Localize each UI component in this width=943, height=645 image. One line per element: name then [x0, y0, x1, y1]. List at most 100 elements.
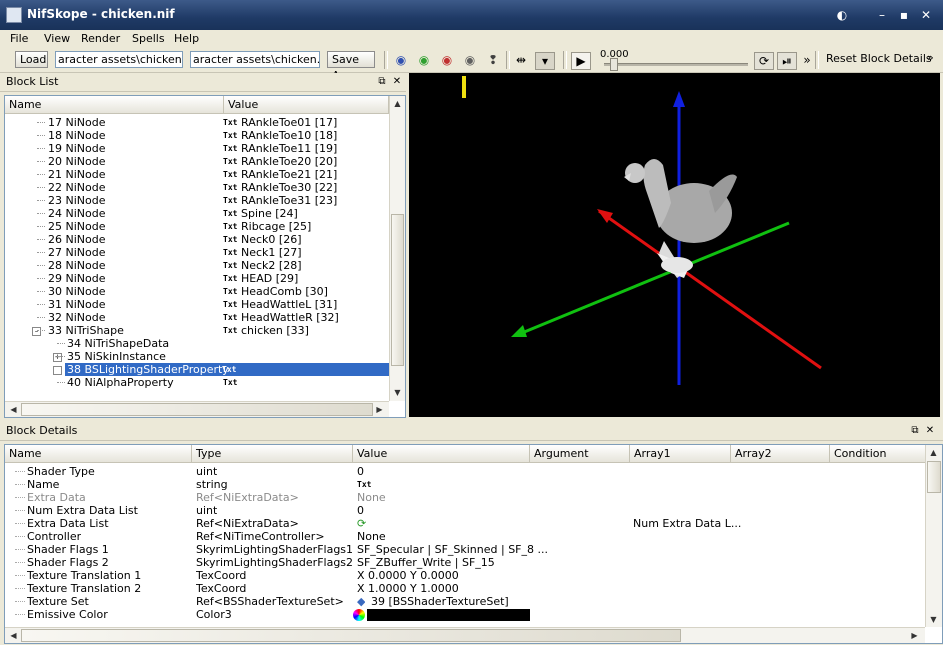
column-header-name[interactable]: Name: [5, 445, 192, 463]
block-list-row[interactable]: 35 NiSkinInstance +: [5, 350, 389, 363]
block-list-row[interactable]: 40 NiAlphaProperty Txt: [5, 376, 389, 389]
block-list-row[interactable]: 19 NiNode Txt RAnkleToe11 [19]: [5, 142, 389, 155]
output-path-field[interactable]: aracter assets\chicken.nif: [190, 51, 320, 68]
scroll-down-icon[interactable]: ▼: [391, 386, 404, 399]
save-as-button[interactable]: Save As: [327, 51, 375, 82]
column-header-value[interactable]: Value: [353, 445, 530, 463]
menu-file[interactable]: File: [10, 30, 28, 48]
column-header-array2[interactable]: Array2: [731, 445, 830, 463]
render-viewport[interactable]: [409, 73, 940, 417]
scroll-down-icon[interactable]: ▼: [927, 613, 940, 626]
block-list-row[interactable]: 26 NiNode Txt Neck0 [26]: [5, 233, 389, 246]
eye-green-icon[interactable]: ◉: [415, 52, 433, 68]
column-header-type[interactable]: Type: [192, 445, 353, 463]
menu-spells[interactable]: Spells: [132, 30, 165, 48]
block-list-row[interactable]: 34 NiTriShapeData: [5, 337, 389, 350]
scroll-up-icon[interactable]: ▲: [927, 446, 940, 459]
block-details-row[interactable]: Extra Data List Ref<NiExtraData> Num Extra…: [5, 517, 926, 530]
play-icon[interactable]: ▶: [571, 52, 591, 70]
block-details-row[interactable]: Controller Ref<NiTimeController> None: [5, 530, 926, 543]
minimize-button[interactable]: –: [872, 6, 892, 24]
menu-help[interactable]: Help: [174, 30, 199, 48]
close-button[interactable]: ✕: [916, 6, 936, 24]
scroll-thumb[interactable]: [21, 629, 681, 642]
block-details-vscroll[interactable]: ▲ ▼: [925, 445, 942, 627]
eye-blue-icon[interactable]: ◉: [392, 52, 410, 68]
block-details-table[interactable]: Name Type Value Argument Array1 Array2 C…: [4, 444, 943, 644]
axis-move-icon[interactable]: ⇹: [512, 52, 530, 68]
block-details-row[interactable]: Texture Translation 2 TexCoord X 1.0000 Y …: [5, 582, 926, 595]
block-list-row[interactable]: 25 NiNode Txt Ribcage [25]: [5, 220, 389, 233]
scroll-left-icon[interactable]: ◀: [7, 629, 20, 642]
scroll-left-icon[interactable]: ◀: [7, 403, 20, 416]
block-details-row[interactable]: Shader Flags 2 SkyrimLightingShaderFlags2…: [5, 556, 926, 569]
block-list-row[interactable]: 20 NiNode Txt RAnkleToe20 [20]: [5, 155, 389, 168]
link-icon[interactable]: ◆: [357, 595, 365, 608]
block-list-row[interactable]: 21 NiNode Txt RAnkleToe21 [21]: [5, 168, 389, 181]
maximize-button[interactable]: ▪: [894, 6, 914, 24]
block-list-row[interactable]: 28 NiNode Txt Neck2 [28]: [5, 259, 389, 272]
block-list-tree[interactable]: Name Value 17 NiNode Txt RAnkleToe01 [17] 1…: [4, 95, 406, 418]
column-header-name[interactable]: Name: [5, 96, 224, 114]
block-list-vscroll[interactable]: ▲ ▼: [389, 96, 405, 401]
expand-icon[interactable]: +: [53, 353, 62, 362]
scroll-thumb[interactable]: [927, 461, 941, 493]
column-header-condition[interactable]: Condition: [830, 445, 926, 463]
time-slider-track[interactable]: [604, 63, 748, 66]
loop-icon[interactable]: ⟳: [754, 52, 774, 70]
eye-red-icon[interactable]: ◉: [438, 52, 456, 68]
close-panel-icon[interactable]: ✕: [391, 75, 403, 89]
reset-block-details-button[interactable]: Reset Block Details: [826, 52, 932, 65]
scroll-thumb[interactable]: [391, 214, 404, 366]
block-details-row[interactable]: Emissive Color Color3: [5, 608, 926, 621]
block-details-hscroll[interactable]: ◀ ▶: [5, 627, 925, 643]
footprints-icon[interactable]: ❢: [484, 52, 502, 68]
input-path-field[interactable]: aracter assets\chicken.nif: [55, 51, 183, 68]
block-details-row[interactable]: Shader Flags 1 SkyrimLightingShaderFlags1…: [5, 543, 926, 556]
collapse-icon[interactable]: –: [32, 327, 41, 336]
block-list-row[interactable]: 32 NiNode Txt HeadWattleR [32]: [5, 311, 389, 324]
block-list-row[interactable]: 38 BSLightingShaderProperty + Txt: [53, 363, 389, 376]
block-list-row[interactable]: 17 NiNode Txt RAnkleToe01 [17]: [5, 116, 389, 129]
block-list-row[interactable]: 30 NiNode Txt HeadComb [30]: [5, 285, 389, 298]
scroll-right-icon[interactable]: ▶: [373, 403, 386, 416]
float-icon[interactable]: ⧉: [376, 75, 388, 89]
scroll-right-icon[interactable]: ▶: [908, 629, 921, 642]
block-list-row[interactable]: 22 NiNode Txt RAnkleToe30 [22]: [5, 181, 389, 194]
eye-gray-icon[interactable]: ◉: [461, 52, 479, 68]
scroll-up-icon[interactable]: ▲: [391, 97, 404, 110]
block-list-row[interactable]: 33 NiTriShape – Txt chicken [33]: [5, 324, 389, 337]
block-list-row[interactable]: 18 NiNode Txt RAnkleToe10 [18]: [5, 129, 389, 142]
block-list-row[interactable]: 27 NiNode Txt Neck1 [27]: [5, 246, 389, 259]
column-header-value[interactable]: Value: [224, 96, 389, 114]
toolbar-more-icon[interactable]: »: [927, 51, 934, 64]
column-header-argument[interactable]: Argument: [530, 445, 630, 463]
toolbar-more-icon[interactable]: »: [798, 52, 816, 68]
block-list-row[interactable]: 29 NiNode Txt HEAD [29]: [5, 272, 389, 285]
ref-list-icon[interactable]: ⟳: [357, 517, 366, 530]
block-list-row[interactable]: 31 NiNode Txt HeadWattleL [31]: [5, 298, 389, 311]
menu-view[interactable]: View: [44, 30, 70, 48]
color-swatch[interactable]: [367, 609, 530, 621]
block-details-row[interactable]: Name string Txt: [5, 478, 926, 491]
load-button[interactable]: Load: [15, 51, 48, 68]
float-icon[interactable]: ⧉: [909, 424, 921, 438]
menu-render[interactable]: Render: [81, 30, 120, 48]
step-icon[interactable]: ⏯: [777, 52, 797, 70]
color-wheel-icon[interactable]: [353, 609, 365, 621]
block-list-hscroll[interactable]: ◀ ▶: [5, 401, 389, 417]
expand-icon[interactable]: +: [53, 366, 62, 375]
block-details-row[interactable]: Texture Set Ref<BSShaderTextureSet> 39 [BS…: [5, 595, 926, 608]
help-icon[interactable]: ◐: [832, 6, 852, 24]
block-details-row[interactable]: Extra Data Ref<NiExtraData> None: [5, 491, 926, 504]
block-details-row[interactable]: Shader Type uint 0: [5, 465, 926, 478]
block-details-row[interactable]: Texture Translation 1 TexCoord X 0.0000 Y …: [5, 569, 926, 582]
time-slider-handle[interactable]: [610, 58, 618, 71]
block-list-row[interactable]: 23 NiNode Txt RAnkleToe31 [23]: [5, 194, 389, 207]
scroll-thumb[interactable]: [21, 403, 373, 416]
view-dropdown-icon[interactable]: ▾: [535, 52, 555, 70]
close-panel-icon[interactable]: ✕: [924, 424, 936, 438]
block-details-row[interactable]: Num Extra Data List uint 0: [5, 504, 926, 517]
column-header-array1[interactable]: Array1: [630, 445, 731, 463]
block-list-row[interactable]: 24 NiNode Txt Spine [24]: [5, 207, 389, 220]
